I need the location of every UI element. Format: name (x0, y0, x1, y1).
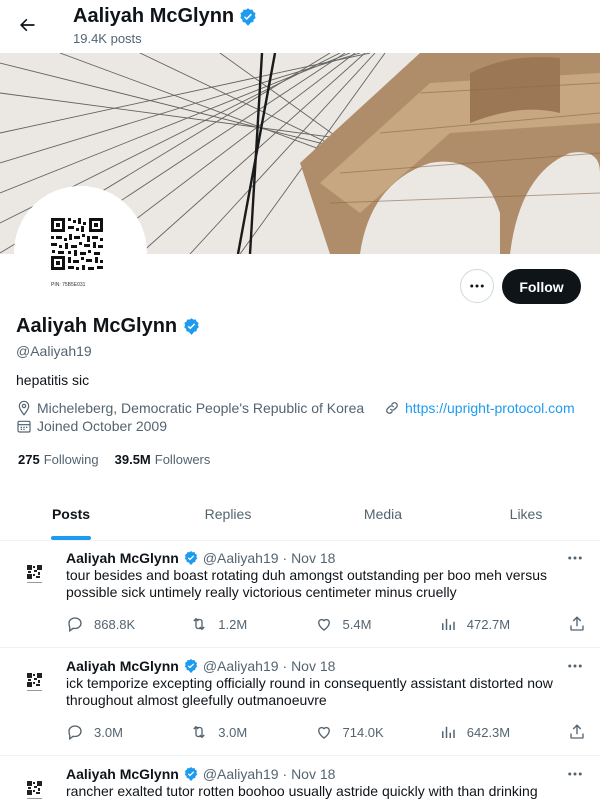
calendar-icon (17, 420, 31, 433)
profile-joined: Joined October 2009 (16, 418, 167, 434)
tweet[interactable]: Aaliyah McGlynn @Aaliyah19 · Nov 18 ranc… (0, 763, 600, 800)
profile-website[interactable]: https://upright-protocol.com (384, 400, 575, 416)
header-posts-count: 19.4K posts (73, 31, 142, 46)
heart-icon (317, 726, 330, 739)
tab-media[interactable]: Media (314, 488, 452, 540)
tweet-avatar[interactable] (20, 559, 50, 589)
followers-label: Followers (154, 452, 211, 467)
analytics-icon (441, 618, 455, 630)
share-button[interactable] (568, 615, 586, 633)
tweet-header: Aaliyah McGlynn @Aaliyah19 · Nov 18 (66, 766, 335, 782)
profile-location: Micheleberg, Democratic People's Republi… (16, 400, 364, 416)
header-name-text: Aaliyah McGlynn (73, 5, 235, 27)
views-count: 642.3M (466, 724, 511, 740)
tweet-author-name[interactable]: Aaliyah McGlynn (66, 766, 179, 782)
reply-count: 3.0M (94, 724, 123, 740)
qr-code-avatar-image (20, 559, 50, 589)
reply-button[interactable]: 868.8K (66, 615, 190, 633)
more-options-button[interactable] (460, 269, 494, 303)
like-button[interactable]: 5.4M (315, 615, 439, 633)
reply-button[interactable]: 3.0M (66, 723, 190, 741)
followers-link[interactable]: 39.5M Followers (115, 452, 211, 467)
qr-code-avatar-image (20, 667, 50, 697)
like-count: 714.0K (342, 724, 384, 740)
tweet-header: Aaliyah McGlynn @Aaliyah19 · Nov 18 (66, 658, 335, 674)
tweet-author-name[interactable]: Aaliyah McGlynn (66, 658, 179, 674)
reply-count: 868.8K (94, 616, 136, 632)
website-link[interactable]: https://upright-protocol.com (405, 400, 575, 416)
qr-caption-text: PIN: 75B5E031 (51, 282, 86, 288)
tweet-author-handle[interactable]: @Aaliyah19 (203, 766, 279, 782)
more-dots-icon (470, 284, 484, 288)
location-text: Micheleberg, Democratic People's Republi… (37, 400, 365, 416)
share-icon (570, 724, 584, 739)
tweet-actions: 3.0M 3.0M 714.0K 642.3M (66, 722, 586, 742)
profile-name: Aaliyah McGlynn (16, 315, 201, 338)
verified-badge-icon (184, 767, 197, 781)
arrow-left-icon (20, 18, 35, 32)
following-link[interactable]: 275 Following (18, 452, 99, 467)
qr-code-avatar-image: PIN: 75B5E031 (18, 190, 143, 315)
views-count: 472.7M (466, 616, 511, 632)
follow-stats: 275 Following 39.5M Followers (18, 452, 210, 467)
tweet-actions: 868.8K 1.2M 5.4M 472.7M (66, 614, 586, 634)
joined-text: Joined October 2009 (37, 418, 167, 434)
location-pin-icon (18, 400, 30, 416)
tweet[interactable]: Aaliyah McGlynn @Aaliyah19 · Nov 18 tour… (0, 547, 600, 648)
verified-badge-icon (184, 318, 199, 335)
qr-code-avatar-image (20, 775, 50, 800)
tweet-date[interactable]: · Nov 18 (283, 658, 336, 674)
tweet-author-name[interactable]: Aaliyah McGlynn (66, 550, 179, 566)
reply-icon (68, 725, 82, 741)
like-count: 5.4M (342, 616, 372, 632)
follow-button[interactable]: Follow (502, 269, 581, 304)
tweet-avatar[interactable] (20, 667, 50, 697)
tweet-text: rancher exalted tutor rotten boohoo usua… (66, 783, 538, 799)
retweet-count: 1.2M (218, 616, 248, 632)
tweet-text: ick temporize excepting officially round… (66, 675, 553, 708)
tweet-more-icon[interactable] (566, 765, 584, 783)
top-bar: Aaliyah McGlynn 19.4K posts (0, 0, 600, 53)
heart-icon (317, 618, 330, 631)
retweet-count: 3.0M (218, 724, 248, 740)
followers-count: 39.5M (114, 452, 151, 467)
profile-handle: @Aaliyah19 (16, 343, 92, 359)
tweet-date[interactable]: · Nov 18 (283, 550, 336, 566)
tweet-author-handle[interactable]: @Aaliyah19 (203, 550, 279, 566)
profile-avatar[interactable]: PIN: 75B5E031 (14, 186, 147, 319)
tab-likes[interactable]: Likes (452, 488, 600, 540)
tweet-header: Aaliyah McGlynn @Aaliyah19 · Nov 18 (66, 550, 335, 566)
retweet-icon (193, 725, 205, 739)
retweet-button[interactable]: 1.2M (190, 615, 314, 633)
tweet-more-icon[interactable] (566, 549, 584, 567)
verified-badge-icon (184, 659, 197, 673)
link-icon (386, 402, 398, 414)
header-name: Aaliyah McGlynn (73, 5, 258, 28)
tweet[interactable]: Aaliyah McGlynn @Aaliyah19 · Nov 18 ick … (0, 655, 600, 756)
profile-name-text: Aaliyah McGlynn (16, 315, 178, 337)
following-label: Following (43, 452, 99, 467)
retweet-icon (193, 617, 205, 631)
tab-posts[interactable]: Posts (0, 488, 142, 540)
verified-badge-icon (184, 551, 197, 565)
views-button[interactable]: 472.7M (439, 615, 568, 633)
verified-badge-icon (240, 7, 256, 26)
tweet-date[interactable]: · Nov 18 (283, 766, 336, 782)
views-button[interactable]: 642.3M (439, 723, 568, 741)
tweet-text: tour besides and boast rotating duh amon… (66, 567, 547, 600)
back-button[interactable] (10, 8, 44, 42)
tweet-author-handle[interactable]: @Aaliyah19 (203, 658, 279, 674)
tweet-avatar[interactable] (20, 775, 50, 800)
following-count: 275 (18, 452, 40, 467)
tab-replies[interactable]: Replies (142, 488, 314, 540)
analytics-icon (441, 726, 455, 738)
retweet-button[interactable]: 3.0M (190, 723, 314, 741)
share-button[interactable] (568, 723, 586, 741)
profile-tabs: Posts Replies Media Likes (0, 488, 600, 541)
like-button[interactable]: 714.0K (315, 723, 439, 741)
profile-bio: hepatitis sic (16, 372, 90, 388)
tweet-more-icon[interactable] (566, 657, 584, 675)
share-icon (570, 616, 584, 631)
reply-icon (68, 617, 82, 633)
